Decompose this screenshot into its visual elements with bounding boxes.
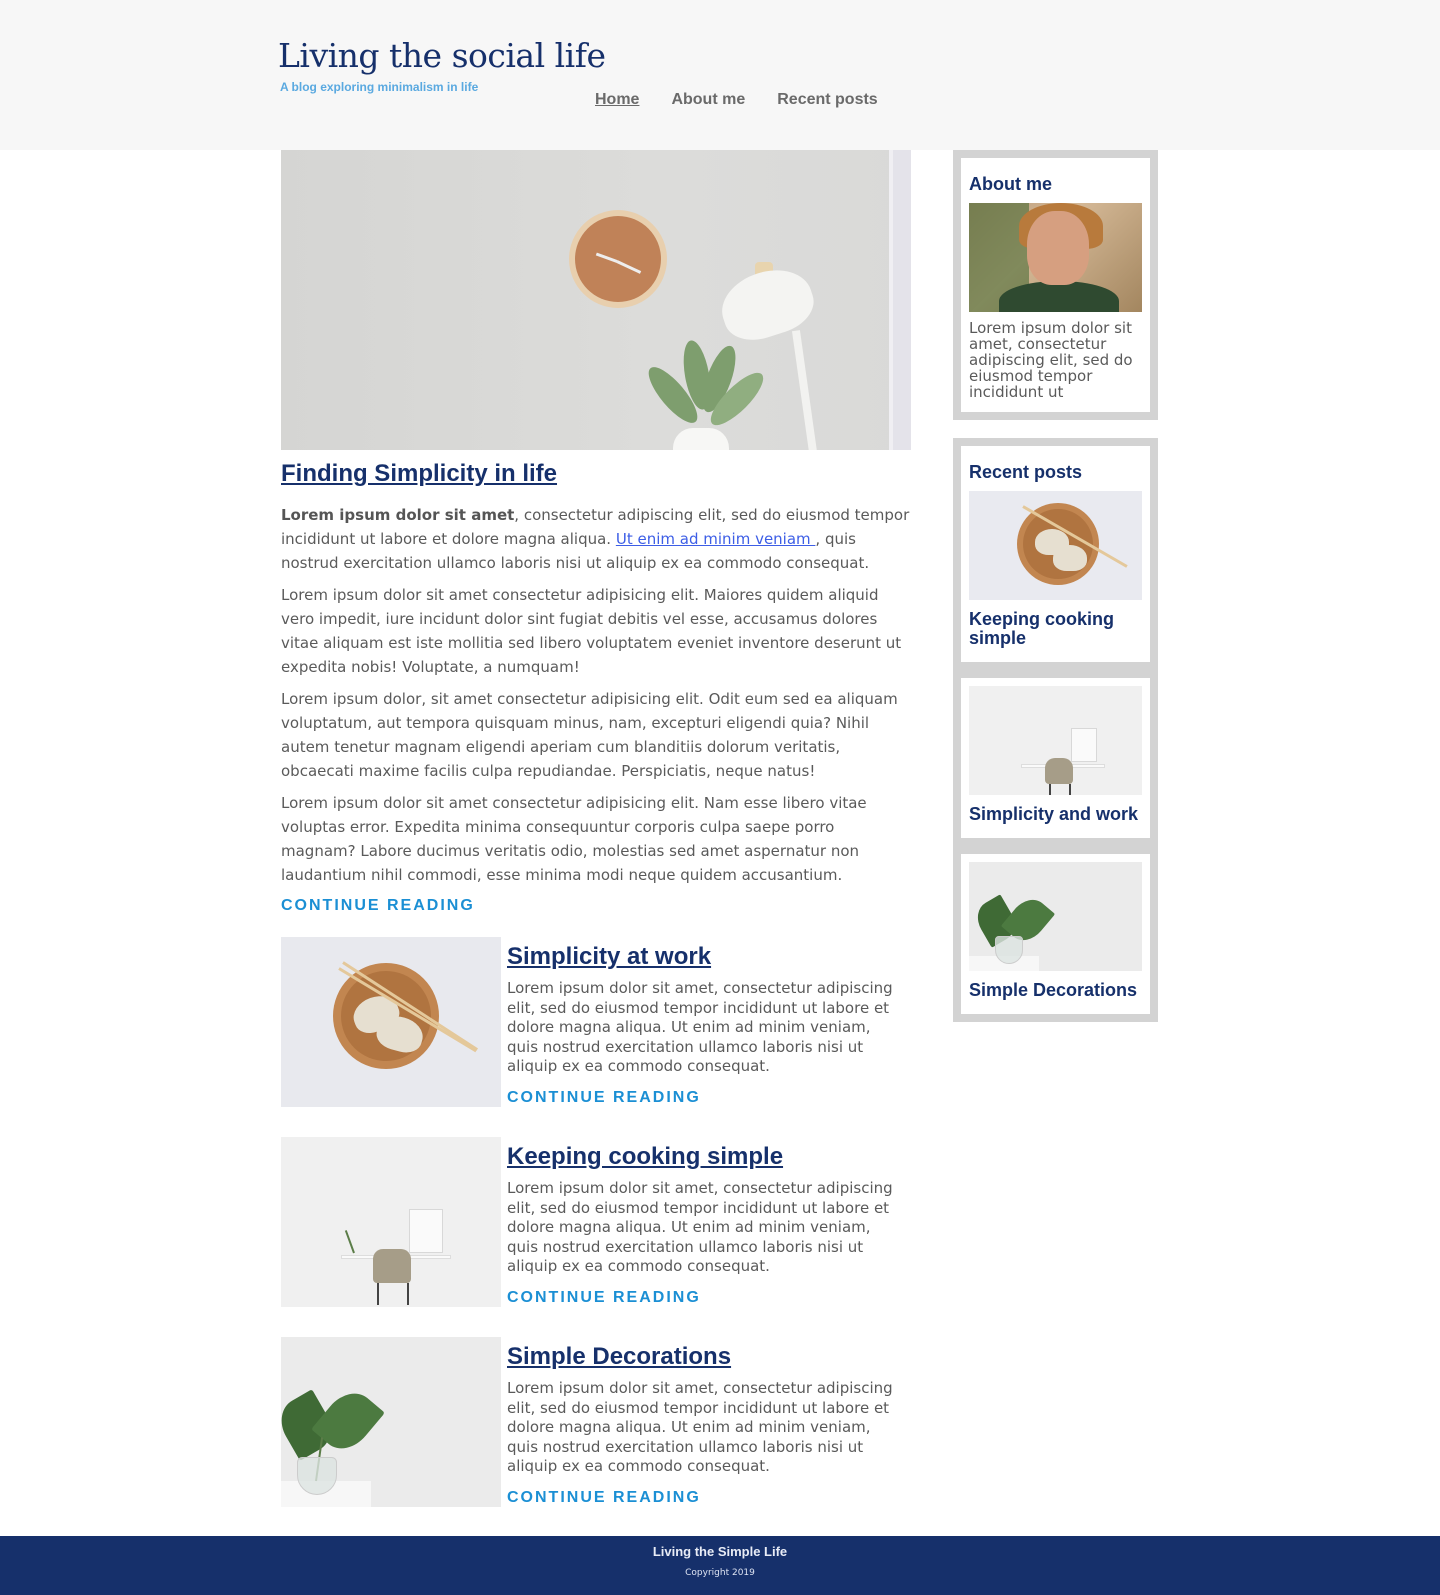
recent-post-thumbnail[interactable] <box>969 686 1142 795</box>
post-excerpt: Lorem ipsum dolor sit amet, consectetur … <box>507 1179 893 1275</box>
post-card: Keeping cooking simple Lorem ipsum dolor… <box>281 1137 911 1307</box>
footer-copyright: Copyright 2019 <box>685 1568 755 1578</box>
post-excerpt: Lorem ipsum dolor sit amet, consectetur … <box>507 1379 893 1475</box>
featured-continue-reading-link[interactable]: CONTINUE READING <box>281 897 475 915</box>
recent-post-title[interactable]: Simplicity and work <box>969 805 1142 824</box>
post-continue-reading-link[interactable]: CONTINUE READING <box>507 1289 701 1307</box>
post-excerpt: Lorem ipsum dolor sit amet, consectetur … <box>507 979 893 1075</box>
post-card: Simple Decorations Lorem ipsum dolor sit… <box>281 1337 911 1507</box>
sidebar-about-text: Lorem ipsum dolor sit amet, consectetur … <box>969 319 1133 401</box>
post-title[interactable]: Keeping cooking simple <box>507 1143 783 1171</box>
featured-inline-link[interactable]: Ut enim ad minim veniam <box>616 530 816 548</box>
post-title[interactable]: Simplicity at work <box>507 943 711 971</box>
recent-post-thumbnail[interactable] <box>969 862 1142 971</box>
nav-home[interactable]: Home <box>595 91 639 109</box>
post-thumbnail[interactable] <box>281 937 501 1107</box>
sidebar-about-box: About me Lorem ipsum dolor sit amet, con… <box>953 150 1158 420</box>
recent-post-item[interactable]: Simplicity and work <box>961 678 1150 838</box>
lamp-shade <box>713 259 821 349</box>
featured-paragraph-3: Lorem ipsum dolor, sit amet consectetur … <box>281 690 898 780</box>
recent-post-title[interactable]: Keeping cooking simple <box>969 610 1142 648</box>
featured-post-title[interactable]: Finding Simplicity in life <box>281 460 557 488</box>
recent-post-item[interactable]: Simple Decorations <box>961 854 1150 1014</box>
post-continue-reading-link[interactable]: CONTINUE READING <box>507 1089 701 1107</box>
sidebar-recent-title: Recent posts <box>969 462 1083 482</box>
post-title[interactable]: Simple Decorations <box>507 1343 731 1371</box>
featured-paragraph-1: Lorem ipsum dolor sit amet, consectetur … <box>281 503 911 575</box>
post-card: Simplicity at work Lorem ipsum dolor sit… <box>281 937 911 1107</box>
lamp-arm <box>791 330 819 450</box>
nav-about-me[interactable]: About me <box>671 91 745 109</box>
featured-image <box>281 150 911 450</box>
post-thumbnail[interactable] <box>281 1137 501 1307</box>
post-thumbnail[interactable] <box>281 1337 501 1507</box>
sidebar-recent-box: Recent posts Keeping cooking simple Simp… <box>953 438 1158 1022</box>
nav-recent-posts[interactable]: Recent posts <box>777 91 877 109</box>
featured-bold-lead: Lorem ipsum dolor sit amet <box>281 506 515 524</box>
site-title[interactable]: Living the social life <box>278 36 606 75</box>
recent-post-item[interactable]: Recent posts Keeping cooking simple <box>961 446 1150 662</box>
author-avatar <box>969 203 1142 312</box>
wall-edge <box>893 150 911 450</box>
featured-paragraph-2: Lorem ipsum dolor sit amet consectetur a… <box>281 586 902 676</box>
post-continue-reading-link[interactable]: CONTINUE READING <box>507 1489 701 1507</box>
featured-post-body: Lorem ipsum dolor sit amet, consectetur … <box>281 503 911 895</box>
footer-title: Living the Simple Life <box>652 1544 788 1559</box>
main-nav: Home About me Recent posts <box>595 91 910 109</box>
site-footer: Living the Simple Life Copyright 2019 <box>0 1536 1440 1595</box>
plant-pot <box>673 428 729 450</box>
sidebar-about-title: About me <box>969 174 1052 194</box>
clock-icon <box>569 210 667 308</box>
featured-paragraph-4: Lorem ipsum dolor sit amet consectetur a… <box>281 794 867 884</box>
site-tagline: A blog exploring minimalism in life <box>280 80 479 94</box>
recent-post-thumbnail[interactable] <box>969 491 1142 600</box>
site-header: Living the social life A blog exploring … <box>0 0 1440 150</box>
recent-post-title[interactable]: Simple Decorations <box>969 981 1142 1000</box>
